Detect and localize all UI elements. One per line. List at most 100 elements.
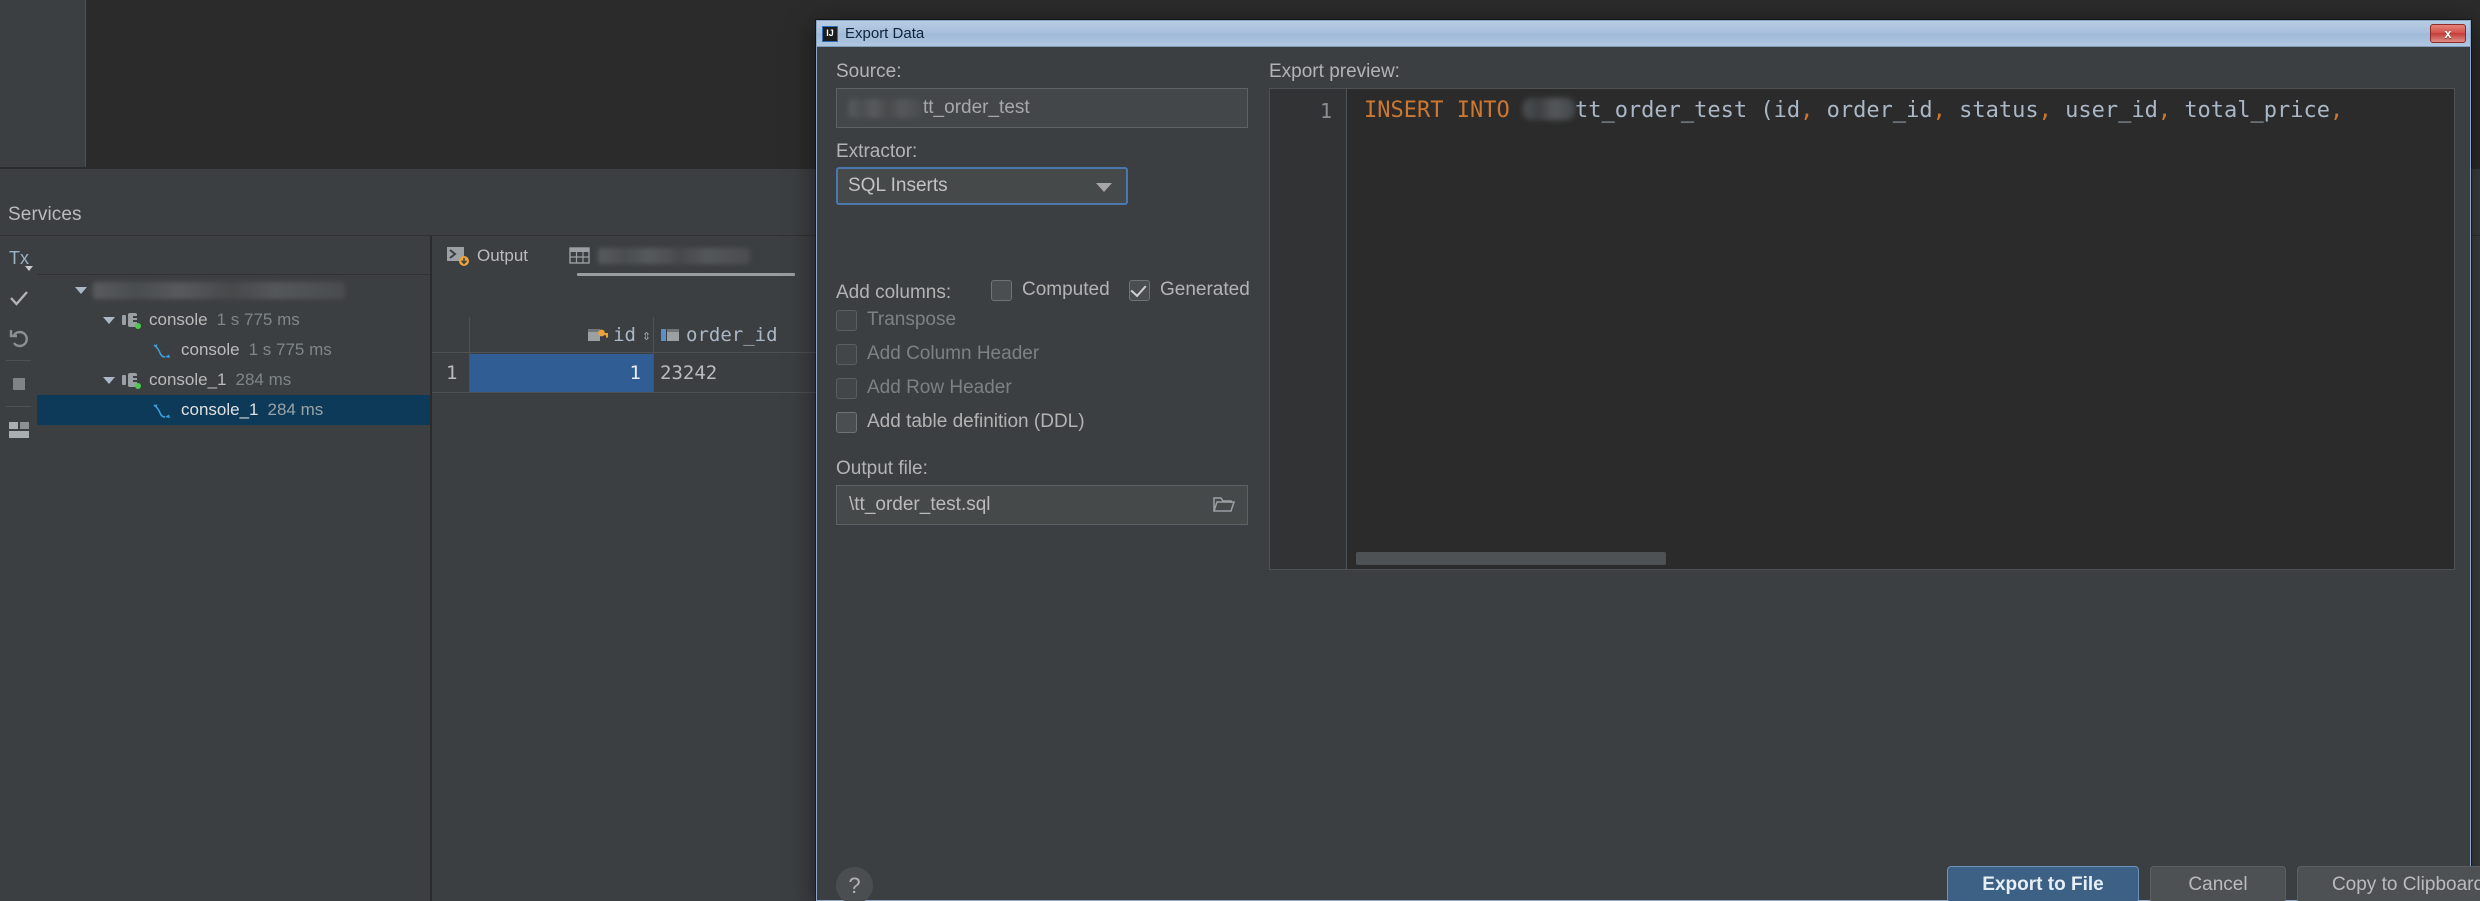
services-tree-toolbar xyxy=(37,236,430,504)
output-console-icon xyxy=(446,246,470,266)
source-field: tt_order_test xyxy=(836,88,1248,128)
sql-table-name: tt_order_test xyxy=(1574,98,1748,123)
grid-header-cell-id[interactable]: id ⇕ xyxy=(547,317,651,353)
tree-row[interactable]: console_1 284 ms xyxy=(37,395,430,425)
checkbox-box[interactable] xyxy=(836,343,857,365)
export-data-dialog: IJ Export Data x Source: tt_order_test E… xyxy=(816,20,2480,901)
grid-header-cell-order-id[interactable]: order_id xyxy=(660,317,778,353)
checkbox-add-table-definition[interactable]: Add table definition (DDL) xyxy=(836,411,1085,433)
checkbox-transpose[interactable]: Transpose xyxy=(836,309,956,331)
help-button[interactable]: ? xyxy=(836,867,873,901)
editor-gutter xyxy=(0,0,85,167)
sql-column-5: total_price xyxy=(2184,98,2331,123)
extractor-select[interactable]: SQL Inserts xyxy=(836,167,1128,205)
rollback-button[interactable] xyxy=(3,320,35,356)
grid-vline-1 xyxy=(469,317,470,392)
checkbox-add-row-header[interactable]: Add Row Header xyxy=(836,377,1012,399)
dialog-titlebar[interactable]: IJ Export Data x xyxy=(817,21,2470,47)
tree-item-label: console_1 xyxy=(181,400,259,419)
checkbox-label: Transpose xyxy=(867,309,957,330)
tree-item-time: 284 ms xyxy=(235,370,292,389)
dialog-title: Export Data xyxy=(845,25,925,42)
cell-id[interactable]: 1 xyxy=(470,354,653,392)
tree-item-time: 1 s 775 ms xyxy=(216,310,300,329)
checkbox-box[interactable] xyxy=(991,279,1012,301)
tree-item-time: 284 ms xyxy=(267,400,324,419)
services-tree[interactable]: console 1 s 775 ms console 1 s 775 ms co… xyxy=(37,275,430,901)
sql-keyword: INSERT INTO xyxy=(1364,98,1510,123)
copy-to-clipboard-button[interactable]: Copy to Clipboard xyxy=(2297,866,2480,901)
services-side-toolbar: Tx xyxy=(0,236,37,901)
stop-icon xyxy=(13,378,25,390)
checkbox-box[interactable] xyxy=(836,411,857,433)
tab-result-table[interactable] xyxy=(568,241,750,271)
export-to-file-button[interactable]: Export to File xyxy=(1947,866,2139,901)
checkbox-generated[interactable]: Generated xyxy=(1129,279,1250,301)
tree-item-time: 1 s 775 ms xyxy=(248,340,332,359)
grid-header-label: order_id xyxy=(686,324,778,346)
sql-column-4: user_id xyxy=(2065,98,2158,123)
checkbox-box[interactable] xyxy=(836,377,857,399)
mysql-icon xyxy=(151,401,173,419)
export-preview[interactable]: 1 INSERT INTO tt_order_test (id, order_i… xyxy=(1269,88,2455,570)
sql-column-3: status xyxy=(1959,98,2039,123)
chevron-down-icon[interactable] xyxy=(103,316,115,324)
sql-open-paren: ( xyxy=(1747,98,1774,123)
sort-indicator-icon[interactable]: ⇕ xyxy=(642,326,651,344)
dialog-body: Source: tt_order_test Extractor: SQL Ins… xyxy=(817,47,2480,901)
tree-item-label: console xyxy=(181,340,240,359)
tree-row[interactable] xyxy=(37,275,430,305)
folder-icon[interactable] xyxy=(1213,496,1235,513)
checkbox-label: Add table definition (DDL) xyxy=(867,411,1085,432)
table-icon xyxy=(568,246,592,266)
layout-button[interactable] xyxy=(3,412,35,448)
column-icon xyxy=(660,326,682,344)
source-value: tt_order_test xyxy=(923,97,1030,118)
checkbox-label: Generated xyxy=(1160,279,1250,300)
output-file-label: Output file: xyxy=(836,458,928,479)
redacted-tab-label xyxy=(598,248,750,264)
preview-hscrollbar-thumb[interactable] xyxy=(1356,552,1666,565)
tree-row[interactable]: console_1 284 ms xyxy=(37,365,430,395)
grid-header-label: id xyxy=(613,324,636,346)
redacted-connection-label xyxy=(93,281,345,299)
session-icon xyxy=(121,371,141,389)
tab-output[interactable]: Output xyxy=(446,241,528,271)
tree-row[interactable]: console 1 s 775 ms xyxy=(37,335,430,365)
stop-button[interactable] xyxy=(3,366,35,402)
redacted-schema-prefix xyxy=(849,98,921,118)
close-icon[interactable]: x xyxy=(2430,24,2466,43)
extractor-label: Extractor: xyxy=(836,141,918,162)
commit-button[interactable] xyxy=(3,280,35,316)
toolbar-separator-2 xyxy=(6,406,31,407)
mysql-icon xyxy=(151,341,173,359)
preview-code-line: INSERT INTO tt_order_test (id, order_id,… xyxy=(1364,98,2344,123)
checkbox-add-column-header[interactable]: Add Column Header xyxy=(836,343,1039,365)
checkbox-computed[interactable]: Computed xyxy=(991,279,1110,301)
sql-column-2: order_id xyxy=(1826,98,1933,123)
chevron-down-icon xyxy=(25,266,33,271)
screen: Services Tx console 1 s 775 ms console 1… xyxy=(0,0,2480,901)
checkbox-box[interactable] xyxy=(1129,279,1150,301)
cancel-button[interactable]: Cancel xyxy=(2150,866,2286,901)
chevron-down-icon[interactable] xyxy=(75,286,87,294)
intellij-icon: IJ xyxy=(822,25,838,42)
grid-vline-2 xyxy=(653,317,654,392)
output-file-input[interactable]: \tt_order_test.sql xyxy=(836,485,1248,525)
chevron-down-icon[interactable] xyxy=(1096,183,1112,192)
tree-row[interactable]: console 1 s 775 ms xyxy=(37,305,430,335)
preview-line-gutter: 1 xyxy=(1270,89,1347,569)
add-columns-label: Add columns: xyxy=(836,282,952,303)
layout-icon xyxy=(9,422,29,438)
checkbox-box[interactable] xyxy=(836,309,857,331)
preview-hscrollbar-track[interactable] xyxy=(1348,551,2453,567)
sql-column-1: id xyxy=(1773,98,1801,123)
sql-trailing-comma: , xyxy=(2330,98,2344,123)
check-icon xyxy=(1130,280,1147,297)
chevron-down-icon[interactable] xyxy=(103,376,115,384)
cell-order-id[interactable]: 23242 xyxy=(660,354,840,392)
session-icon xyxy=(121,311,141,329)
tx-dropdown-button[interactable]: Tx xyxy=(3,240,35,276)
tree-item-label: console_1 xyxy=(149,370,227,389)
checkbox-label: Add Row Header xyxy=(867,377,1012,398)
